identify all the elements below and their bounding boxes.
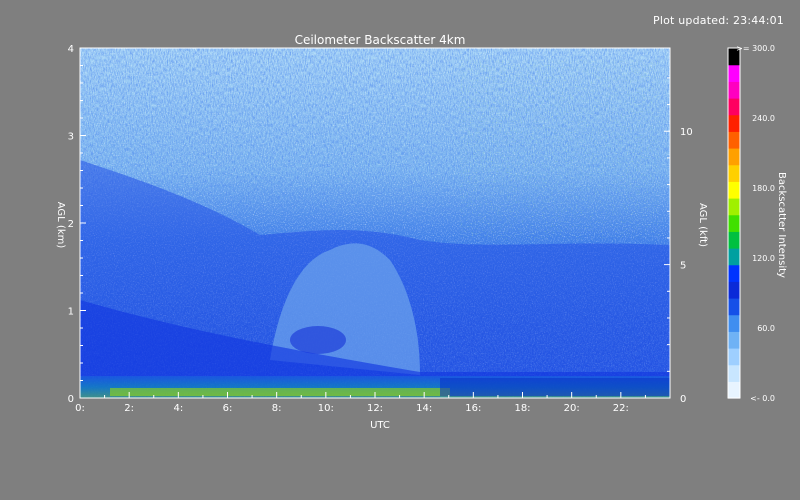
y2-axis-label: AGL (kft) <box>697 203 708 247</box>
y2-tick-label: 10 <box>680 127 693 138</box>
colorbar-cell <box>728 248 740 266</box>
colorbar-tick-label: 120.0 <box>752 254 775 263</box>
x-tick-label: 6: <box>223 403 233 414</box>
x-tick-label: 0: <box>75 403 85 414</box>
colorbar-cells <box>728 48 740 399</box>
colorbar: <- 0.0 60.0 120.0 180.0 240.0 >= 300.0 Backsc… <box>727 44 787 403</box>
x-tick-label: 12: <box>367 403 383 414</box>
colorbar-label: Backscatter Intensity <box>776 172 787 278</box>
x-tick-label: 16: <box>465 403 481 414</box>
heatmap-surface-dark-band <box>440 378 670 396</box>
colorbar-cell <box>728 364 740 382</box>
colorbar-tick-label: 240.0 <box>752 114 775 123</box>
y-tick-label: 2 <box>68 219 74 230</box>
heatmap-dome-core <box>290 326 346 354</box>
x-axis-label: UTC <box>370 420 390 431</box>
colorbar-cell <box>728 181 740 199</box>
colorbar-cell <box>728 98 740 116</box>
heatmap-area <box>80 48 670 398</box>
x-tick-label: 10: <box>318 403 334 414</box>
colorbar-tick-label: 180.0 <box>752 184 775 193</box>
chart-title: Ceilometer Backscatter 4km <box>295 33 466 47</box>
y-tick-label: 3 <box>68 132 74 143</box>
colorbar-cell <box>728 381 740 399</box>
x-tick-label: 20: <box>564 403 580 414</box>
x-tick-label: 4: <box>173 403 183 414</box>
x-tick-label: 14: <box>416 403 432 414</box>
y-tick-label: 1 <box>68 307 74 318</box>
y2-tick-label: 5 <box>680 261 686 272</box>
colorbar-tick-label: >= 300.0 <box>736 44 775 53</box>
ceilometer-page: Plot updated: 23:44:01 Ceilometer Backsc… <box>0 0 800 500</box>
heatmap-green-speckle-layer <box>460 60 660 240</box>
colorbar-cell <box>728 331 740 349</box>
colorbar-cell <box>728 64 740 82</box>
x-tick-label: 22: <box>613 403 629 414</box>
colorbar-cell <box>728 114 740 132</box>
colorbar-tick-label: 60.0 <box>757 324 775 333</box>
colorbar-cell <box>728 148 740 166</box>
x-tick-label: 8: <box>272 403 282 414</box>
y-tick-label: 0 <box>68 394 74 405</box>
colorbar-cell <box>728 198 740 216</box>
colorbar-ticks: <- 0.0 60.0 120.0 180.0 240.0 >= 300.0 <box>736 44 775 403</box>
y2-tick-label: 0 <box>680 394 686 405</box>
x-tick-label: 2: <box>124 403 134 414</box>
y-axis-label: AGL (km) <box>55 202 66 249</box>
colorbar-cell <box>728 231 740 249</box>
ceilometer-chart: Ceilometer Backscatter 4km 0: 2: 4: 6: 8: 10:… <box>55 33 787 431</box>
colorbar-cell <box>728 214 740 232</box>
colorbar-cell <box>728 348 740 366</box>
colorbar-cell <box>728 298 740 316</box>
colorbar-cell <box>728 81 740 99</box>
colorbar-cell <box>728 131 740 149</box>
colorbar-cell <box>728 264 740 282</box>
heatmap-surface-bright-band <box>110 388 450 396</box>
colorbar-cell <box>728 314 740 332</box>
colorbar-tick-label: <- 0.0 <box>750 394 775 403</box>
colorbar-cell <box>728 281 740 299</box>
x-tick-label: 18: <box>514 403 530 414</box>
colorbar-cell <box>728 164 740 182</box>
y-tick-label: 4 <box>68 44 74 55</box>
